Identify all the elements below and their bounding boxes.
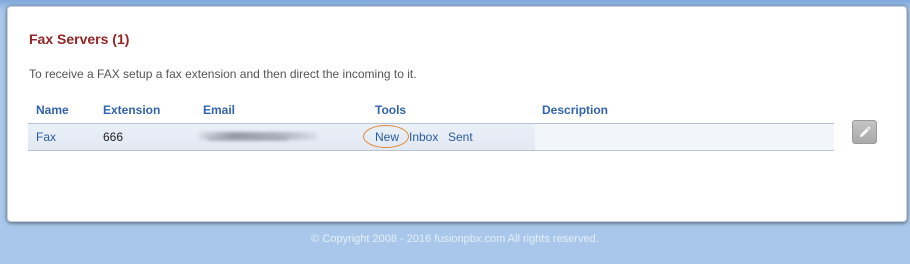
table-row[interactable]: Fax 666 New Inbox Sent [28, 124, 834, 151]
instructions-text: To receive a FAX setup a fax extension a… [29, 67, 417, 81]
tool-inbox-link[interactable]: Inbox [409, 130, 438, 144]
copyright-text: © Copyright 2008 - 2016 fusionpbx.com Al… [311, 233, 599, 245]
description-cell-area [535, 124, 834, 150]
column-header-tools: Tools [375, 103, 407, 117]
table-header-row: Name Extension Email Tools Description [28, 103, 834, 124]
column-header-description[interactable]: Description [542, 103, 608, 117]
tool-new-link[interactable]: New [375, 130, 399, 144]
email-blur-mark-secondary [208, 137, 288, 141]
column-header-extension[interactable]: Extension [103, 103, 160, 117]
tool-sent-link[interactable]: Sent [448, 130, 473, 144]
column-header-email[interactable]: Email [203, 103, 235, 117]
page-title: Fax Servers (1) [29, 31, 130, 47]
fax-servers-table: Name Extension Email Tools Description F… [28, 103, 834, 151]
main-panel: Fax Servers (1) To receive a FAX setup a… [7, 6, 907, 222]
edit-button[interactable] [852, 120, 877, 144]
row-name-link[interactable]: Fax [36, 130, 56, 144]
footer: © Copyright 2008 - 2016 fusionpbx.com Al… [0, 222, 910, 264]
column-header-name[interactable]: Name [36, 103, 69, 117]
row-extension: 666 [103, 130, 124, 144]
pencil-icon [860, 126, 871, 137]
